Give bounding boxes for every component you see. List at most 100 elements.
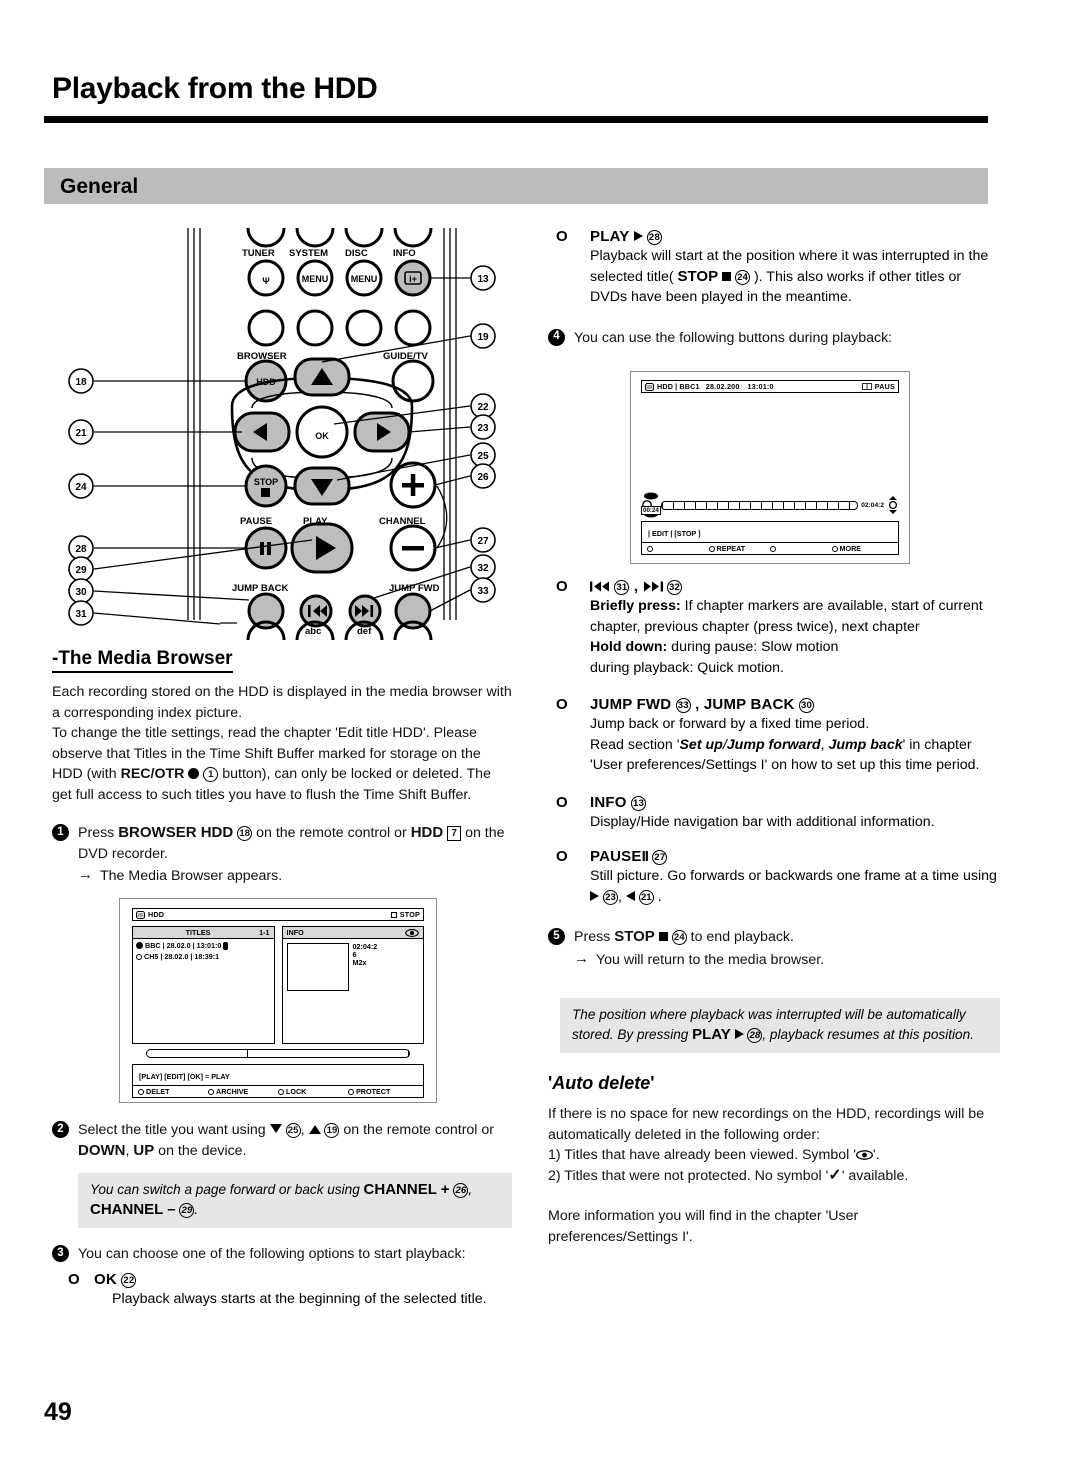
ref-28: 28 [646,230,662,245]
step-5-text-a: Press [574,929,615,945]
note-sep: , [468,1182,473,1197]
option-ok-head: OK 22 [94,1271,512,1288]
left-column-lower: 2 Select the title you want using 25, 19… [52,1120,512,1309]
step-4-text: You can use the following buttons during… [574,329,893,346]
mb-action-delete[interactable]: DELET [138,1087,208,1096]
protected-check-icon: ✓ [828,1166,842,1184]
svg-text:27: 27 [477,536,489,547]
osd-action-bar[interactable]: REPEAT MORE [641,543,899,555]
osd-command-text: | EDIT | [STOP ] [648,529,701,538]
stereo-icon [861,383,872,390]
playback-osd-screenshot: HDD | BBC1 28.02.200 13:01:0 PAUS 00:24 [630,371,910,564]
osd-action-1[interactable] [647,544,709,553]
table-row[interactable]: CH5 | 28.02.0 | 18:39:1 [136,952,271,961]
hdd-icon [645,382,654,391]
skip-forward-icon [643,581,663,592]
auto-delete-item-1-b: '. [872,1147,880,1163]
svg-text:INFO: INFO [393,248,416,259]
osd-elapsed-marker: 00:24 [641,492,661,518]
hdd-label: HDD [410,824,444,841]
auto-delete-quote-2: ' [650,1073,655,1093]
note-channel-paging: You can switch a page forward or back us… [78,1173,512,1228]
osd-action-repeat[interactable]: REPEAT [708,544,771,553]
media-browser-screenshot: HDD STOP TITLES 1-1 BBC | 28.02.0 | 13:0… [119,898,437,1103]
media-browser-intro-p2: To change the title settings, read the c… [52,723,512,805]
step-2-text-c: on the remote control or [339,1122,495,1138]
svg-text:def: def [357,626,372,637]
auto-delete-item-1: 1) Titles that have already been viewed.… [548,1145,1000,1166]
mb-action-lock[interactable]: LOCK [278,1087,348,1096]
table-row[interactable]: BBC | 28.02.0 | 13:01:0 [136,941,271,950]
option-ok-body: Playback always starts at the beginning … [112,1290,487,1307]
mb-titles-page: 1-1 [259,928,270,937]
osd-progress-track[interactable] [661,500,859,510]
mb-action-protect[interactable]: PROTECT [348,1087,418,1096]
option-skip-head: 31 , 32 [590,578,1000,595]
mb-action-bar[interactable]: DELET ARCHIVE LOCK PROTECT [132,1086,424,1098]
mb-titles-title: TITLES [185,928,211,937]
mb-info-values: 02:04:2 6 M2x [353,943,378,991]
svg-text:19: 19 [477,332,489,343]
note-resume-position: The position where playback was interrup… [560,998,1000,1053]
mb-action-archive[interactable]: ARCHIVE [208,1087,278,1096]
svg-text:SYSTEM: SYSTEM [289,248,328,259]
option-skip: O 31 , 32 Briefly press: If chapter mark… [548,578,1000,678]
mb-titles-list[interactable]: BBC | 28.02.0 | 13:01:0 CH5 | 28.02.0 | … [133,939,274,963]
step-3-number: 3 [52,1245,69,1262]
auto-delete-heading: 'Auto delete' [548,1073,1000,1094]
osd-action-3[interactable] [770,544,832,553]
option-jump-head: JUMP FWD 33 , JUMP BACK 30 [590,696,815,713]
osd-action-more[interactable]: MORE [831,544,894,553]
info-line-3: M2x [352,958,367,967]
step-3-text: You can choose one of the following opti… [78,1246,466,1262]
section-band [44,168,988,204]
option-pause-head: PAUSEII 27 [590,848,1000,865]
row-channel: CH5 [144,952,159,961]
section-heading: General [60,175,139,198]
mb-capacity-scrollbar[interactable] [146,1049,410,1058]
svg-text:abc: abc [305,626,321,637]
svg-text:OK: OK [315,431,329,441]
step-2-sep1: , [300,1122,309,1138]
osd-info-bar: HDD | BBC1 28.02.200 13:01:0 PAUS [641,380,899,393]
ref-31: 31 [614,580,630,595]
radio-icon [831,545,838,552]
row-channel: BBC [145,941,161,950]
auto-delete-p1: If there is no space for new recordings … [548,1106,985,1143]
jump-back-ref-label: Jump back [828,736,903,753]
radio-icon [348,1088,354,1095]
note-text-c: . [194,1202,199,1217]
play-label: PLAY [590,228,630,245]
option-ok: O OK 22 Playback always starts at the be… [68,1271,512,1310]
pause-body-a: Still picture. Go forwards or backwards … [590,868,997,884]
viewed-eye-icon [855,1150,873,1160]
step-1-text: Press BROWSER HDD 18 on the remote contr… [78,823,512,864]
row-lock-icon [223,941,229,950]
option-bullet-icon: O [556,696,568,713]
auto-delete-heading-text: Auto delete [552,1073,651,1093]
arrow-down-icon [269,1124,282,1133]
row-time: 13:01:0 [196,941,222,950]
svg-text:DISC: DISC [345,248,368,259]
mb-status-bar: HDD STOP [132,908,424,921]
mb-titles-pane[interactable]: TITLES 1-1 BBC | 28.02.0 | 13:01:0 CH5 |… [132,926,275,1044]
jump-body-2a: Read section ' [590,736,680,753]
step-4: 4 You can use the following buttons duri… [548,328,1000,349]
mb-transport-state: STOP [399,910,420,919]
option-jump: O JUMP FWD 33 , JUMP BACK 30 Jump back o… [548,696,1000,776]
option-play: O PLAY 28 Playback will start at the pos… [548,228,1000,308]
osd-progress-bar[interactable]: 00:24 02:04:2 [641,492,899,518]
title-underline-rule [44,116,988,123]
hold-down-label: Hold down: [590,639,668,655]
svg-text:25: 25 [477,451,489,462]
option-bullet-icon: O [556,578,568,595]
info-label: INFO [590,793,627,811]
svg-text:21: 21 [75,428,87,439]
auto-delete-item-2: 2) Titles that were not protected. No sy… [548,1166,1000,1187]
note2-text-b: , playback resumes at this position. [762,1027,974,1042]
svg-text:i+: i+ [409,274,417,284]
pause-label: PAUSE [590,848,642,865]
mb-action-lock-label: LOCK [286,1087,307,1096]
ref-21: 21 [638,889,654,905]
pause-comma: , [617,888,626,905]
